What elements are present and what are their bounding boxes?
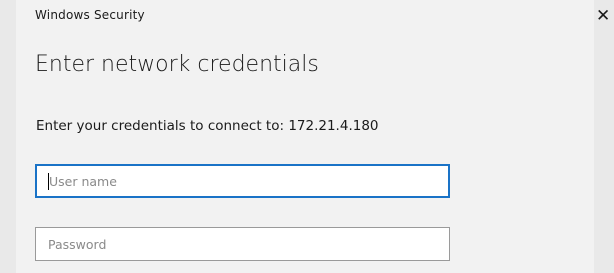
password-input[interactable]: [36, 228, 449, 260]
password-field-container[interactable]: [35, 227, 450, 261]
username-input[interactable]: [37, 166, 448, 196]
window-title: Windows Security: [35, 8, 145, 22]
credentials-dialog: Windows Security ✕ Enter network credent…: [0, 0, 614, 273]
connection-prompt: Enter your credentials to connect to: 17…: [36, 118, 379, 134]
dialog-heading: Enter network credentials: [35, 52, 319, 77]
username-field-container[interactable]: [35, 164, 450, 198]
text-caret: [48, 173, 49, 190]
close-icon[interactable]: ✕: [596, 6, 614, 26]
